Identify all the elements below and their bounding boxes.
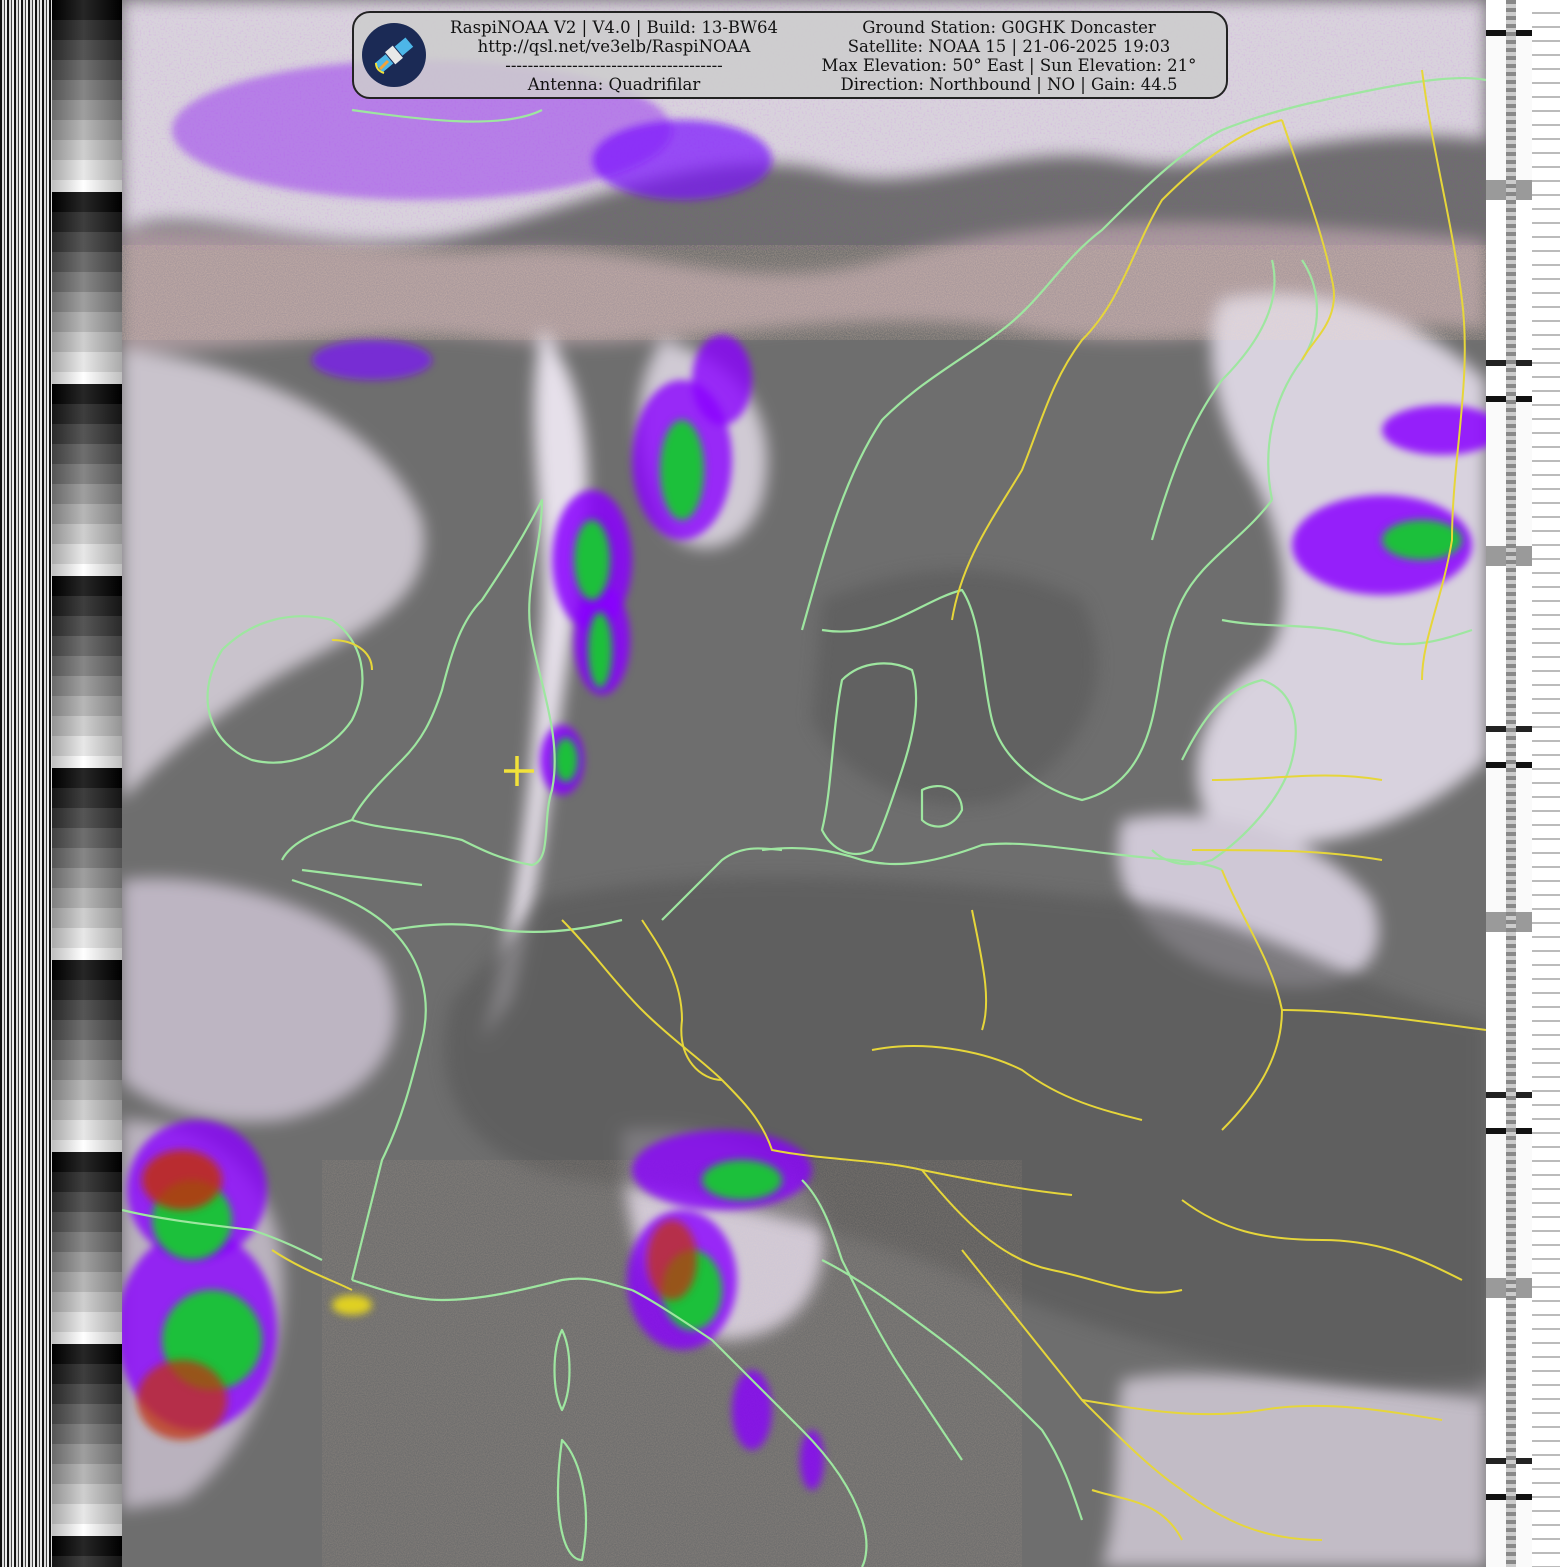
telemetry-strip-right (1486, 0, 1560, 1567)
satellite-line: Satellite: NOAA 15 | 21-06-2025 19:03 (847, 37, 1171, 56)
pass-info-header: RaspiNOAA V2 | V4.0 | Build: 13-BW64 htt… (352, 11, 1228, 99)
ground-station-line: Ground Station: G0GHK Doncaster (862, 18, 1156, 37)
header-right-column: Ground Station: G0GHK Doncaster Satellit… (809, 18, 1209, 94)
satellite-map-image (122, 0, 1486, 1567)
header-left-column: RaspiNOAA V2 | V4.0 | Build: 13-BW64 htt… (444, 18, 784, 94)
satellite-icon (362, 23, 426, 87)
antenna-line: Antenna: Quadrifilar (527, 75, 701, 94)
direction-gain-line: Direction: Northbound | NO | Gain: 44.5 (840, 75, 1178, 94)
project-url-line: http://qsl.net/ve3elb/RaspiNOAA (477, 37, 751, 56)
elevation-line: Max Elevation: 50° East | Sun Elevation:… (821, 56, 1197, 75)
map-svg (122, 0, 1486, 1567)
telemetry-sync-strip-left (0, 0, 52, 1567)
telemetry-wedges-left (52, 0, 122, 1567)
separator-line: --------------------------------------- (505, 56, 723, 75)
app-version-line: RaspiNOAA V2 | V4.0 | Build: 13-BW64 (450, 18, 778, 37)
